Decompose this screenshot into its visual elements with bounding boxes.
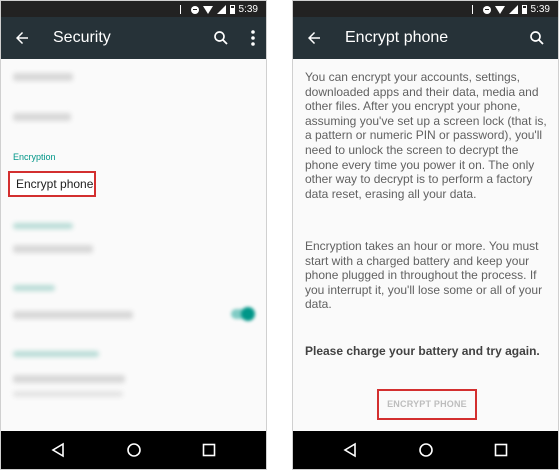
status-time: 5:39 — [238, 4, 258, 15]
blurred-setting-row — [13, 245, 93, 253]
blurred-section-header — [13, 223, 73, 229]
blurred-setting-row — [13, 311, 133, 319]
encrypt-duration-note: Encryption takes an hour or more. You mu… — [305, 239, 543, 312]
app-bar: Encrypt phone — [293, 17, 558, 59]
section-label-encryption: Encryption — [13, 152, 56, 162]
overflow-menu-icon[interactable] — [250, 29, 256, 47]
status-icons: 5:39 — [179, 4, 258, 15]
wifi-icon — [202, 5, 213, 14]
page-title: Encrypt phone — [345, 29, 449, 46]
app-bar: Security — [1, 17, 266, 59]
battery-warning: Please charge your battery and try again… — [305, 344, 540, 358]
security-screen: 5:39 Security Encryption Encrypt phone — [0, 0, 267, 470]
encrypt-phone-screen: 5:39 Encrypt phone You can encrypt your … — [292, 0, 559, 470]
blurred-setting-row — [13, 391, 123, 397]
status-bar: 5:39 — [293, 1, 558, 17]
encrypt-phone-item[interactable]: Encrypt phone — [8, 171, 96, 197]
nav-recents-icon[interactable] — [201, 442, 217, 458]
encrypt-phone-button[interactable]: ENCRYPT PHONE — [377, 389, 477, 420]
blurred-setting-row — [13, 375, 125, 383]
back-arrow-icon[interactable] — [305, 29, 323, 47]
status-bar: 5:39 — [1, 1, 266, 17]
blurred-section-header — [13, 351, 99, 357]
blurred-setting-row — [13, 113, 71, 121]
encrypt-description: You can encrypt your accounts, settings,… — [305, 70, 547, 201]
wifi-icon — [494, 5, 505, 14]
status-time: 5:39 — [530, 4, 550, 15]
nav-back-icon[interactable] — [342, 442, 358, 458]
bluetooth-icon — [471, 5, 479, 14]
blurred-setting-row — [13, 73, 73, 81]
page-title: Security — [53, 29, 111, 46]
nav-back-icon[interactable] — [50, 442, 66, 458]
back-arrow-icon[interactable] — [13, 29, 31, 47]
blurred-toggle — [231, 307, 255, 321]
nav-bar — [293, 431, 558, 469]
battery-icon — [521, 5, 527, 14]
blurred-section-header — [13, 285, 55, 291]
nav-bar — [1, 431, 266, 469]
status-icons: 5:39 — [471, 4, 550, 15]
signal-icon — [508, 5, 518, 14]
search-icon[interactable] — [212, 29, 230, 47]
dnd-icon — [190, 5, 199, 14]
dnd-icon — [482, 5, 491, 14]
nav-recents-icon[interactable] — [493, 442, 509, 458]
search-icon[interactable] — [528, 29, 546, 47]
bluetooth-icon — [179, 5, 187, 14]
nav-home-icon[interactable] — [418, 442, 434, 458]
signal-icon — [216, 5, 226, 14]
settings-list: Encryption — [1, 59, 266, 431]
battery-icon — [229, 5, 235, 14]
nav-home-icon[interactable] — [126, 442, 142, 458]
